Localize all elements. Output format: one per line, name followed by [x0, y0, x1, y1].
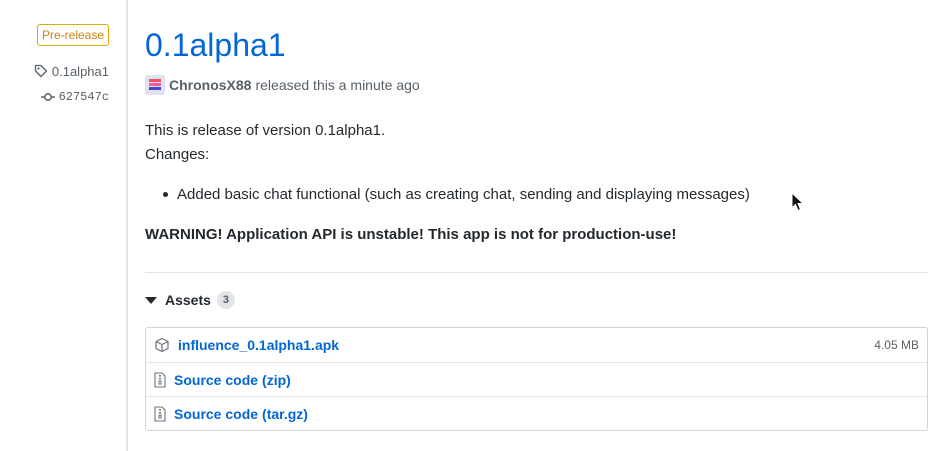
release-title[interactable]: 0.1alpha1	[145, 26, 286, 64]
commit-link[interactable]: 627547c	[40, 88, 109, 106]
change-text: Added basic chat functional (such as cre…	[177, 186, 750, 203]
assets-count-badge: 3	[216, 291, 235, 309]
asset-row: influence_0.1alpha1.apk 4.05 MB	[146, 328, 927, 362]
package-icon	[154, 337, 170, 353]
prerelease-badge: Pre-release	[37, 24, 110, 46]
file-zip-icon	[154, 405, 166, 422]
commit-sha: 627547c	[58, 90, 109, 104]
tag-link[interactable]: 0.1alpha1	[34, 62, 109, 80]
change-list-item: Added basic chat functional (such as cre…	[163, 186, 750, 203]
tag-icon	[34, 64, 48, 78]
divider	[145, 272, 928, 273]
released-time-text: released this a minute ago	[255, 77, 420, 93]
release-warning: WARNING! Application API is unstable! Th…	[145, 226, 677, 243]
bullet-icon	[163, 192, 168, 197]
asset-name: Source code	[174, 371, 259, 388]
mouse-cursor-icon	[791, 191, 805, 217]
assets-toggle[interactable]: Assets 3	[145, 290, 235, 310]
asset-format: (tar.gz)	[262, 405, 308, 422]
source-code-zip-link[interactable]: Source code (zip)	[174, 372, 291, 388]
asset-download-link[interactable]: influence_0.1alpha1.apk	[178, 337, 339, 353]
release-description-line: This is release of version 0.1alpha1.	[145, 122, 386, 139]
release-author-row: ChronosX88 released this a minute ago	[145, 75, 420, 95]
source-code-targz-link[interactable]: Source code (tar.gz)	[174, 406, 308, 422]
asset-row: Source code (zip)	[146, 362, 927, 396]
asset-format: (zip)	[262, 371, 291, 388]
caret-down-icon	[145, 296, 157, 304]
avatar[interactable]	[145, 75, 165, 95]
asset-size: 4.05 MB	[874, 338, 919, 352]
file-zip-icon	[154, 371, 166, 388]
release-changes-heading: Changes:	[145, 146, 210, 163]
tag-name: 0.1alpha1	[51, 63, 109, 79]
assets-label: Assets	[165, 292, 211, 308]
author-link[interactable]: ChronosX88	[169, 77, 251, 93]
assets-list: influence_0.1alpha1.apk 4.05 MB Source c…	[145, 327, 928, 431]
git-commit-icon	[40, 91, 55, 103]
asset-row: Source code (tar.gz)	[146, 396, 927, 430]
release-meta-sidebar: Pre-release 0.1alpha1 627547c	[0, 0, 128, 451]
asset-name: Source code	[174, 405, 259, 422]
